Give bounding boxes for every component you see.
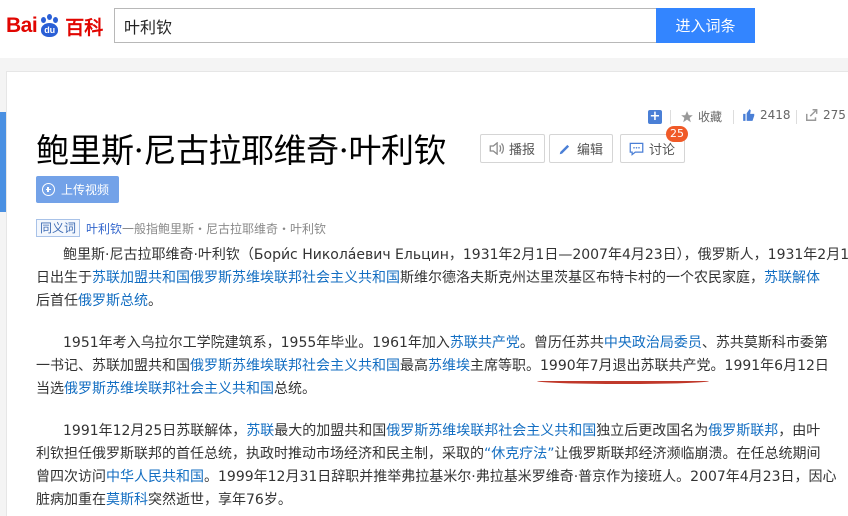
header: Bai du 百科 进入词条 xyxy=(0,0,848,58)
listen-button[interactable]: 播报 xyxy=(480,134,546,163)
discuss-label: 讨论 xyxy=(649,143,676,158)
text-line: 一书记、苏联加盟共和国俄罗斯苏维埃联邦社会主义共和国最高苏维埃主席等职。1990… xyxy=(36,355,829,378)
text: 突然逝世，享年76岁。 xyxy=(148,492,292,508)
text: 。 xyxy=(148,293,162,309)
logo-du: du xyxy=(41,23,59,37)
paragraph-1: 鲍里斯·尼古拉耶维奇·叶利钦（Бори́с Никола́евич Ельцин… xyxy=(36,244,848,313)
text: 日出生于 xyxy=(36,270,92,286)
plus-circle-icon xyxy=(42,183,55,196)
text: 后首任 xyxy=(36,293,78,309)
paragraph-3: 1991年12月25日苏联解体，苏联最大的加盟共和国俄罗斯苏维埃联邦社会主义共和… xyxy=(36,420,837,512)
text: 最高 xyxy=(400,358,428,374)
text-line: 后首任俄罗斯总统。 xyxy=(36,290,820,313)
like-button[interactable]: 2418 xyxy=(742,108,791,122)
comment-icon xyxy=(629,142,644,156)
text: 1991年12月25日苏联解体， xyxy=(63,423,247,439)
text: 总统。 xyxy=(274,381,316,397)
text: 曾四次访问 xyxy=(36,469,106,485)
divider xyxy=(796,110,797,124)
text: 。1999年12月31日辞职并推举弗拉基米尔·弗拉基米罗维奇·普京作为接班人。2… xyxy=(204,469,837,485)
page-title: 鲍里斯·尼古拉耶维奇·叶利钦 xyxy=(36,131,446,170)
text: 1951年考入乌拉尔工学院建筑系，1955年毕业。1961年加入 xyxy=(63,335,450,351)
paw-icon: du xyxy=(38,14,62,38)
pencil-icon xyxy=(559,144,570,154)
share-button[interactable]: 275 xyxy=(805,108,846,122)
logo-bai: Bai xyxy=(6,14,38,37)
upload-video-button[interactable]: 上传视频 xyxy=(36,176,119,203)
text-line: 日出生于苏联加盟共和国俄罗斯苏维埃联邦社会主义共和国斯维尔德洛夫斯克州达里茨基区… xyxy=(36,267,820,290)
text: 一书记、苏联加盟共和国 xyxy=(36,358,190,374)
text: 独立后更改国名为 xyxy=(596,423,709,439)
link-soviet-dissolution[interactable]: 苏联解体 xyxy=(764,270,820,286)
link-prc[interactable]: 中华人民共和国 xyxy=(106,469,204,485)
paragraph-2: 1951年考入乌拉尔工学院建筑系，1955年毕业。1961年加入苏联共产党。曾历… xyxy=(36,332,829,401)
link-politburo[interactable]: 中央政治局委员 xyxy=(604,335,702,351)
edit-label: 编辑 xyxy=(577,143,604,158)
text: 脏病加重在 xyxy=(36,492,106,508)
text-line: 脏病加重在莫斯科突然逝世，享年76岁。 xyxy=(36,489,820,512)
text: 斯维尔德洛夫斯克州达里茨基区布特卡村的一个农民家庭， xyxy=(400,270,764,286)
text: 。1991年6月12日 xyxy=(710,358,829,374)
text-line: 1991年12月25日苏联解体，苏联最大的加盟共和国俄罗斯苏维埃联邦社会主义共和… xyxy=(63,420,820,443)
upload-video-label: 上传视频 xyxy=(61,183,110,197)
edit-button[interactable]: 编辑 xyxy=(549,134,614,163)
share-count: 275 xyxy=(823,108,846,122)
link-russian-sfsr[interactable]: 俄罗斯苏维埃联邦社会主义共和国 xyxy=(386,423,596,439)
link-russian-federation[interactable]: 俄罗斯联邦 xyxy=(708,423,778,439)
discuss-count-badge: 25 xyxy=(666,126,688,142)
like-count: 2418 xyxy=(760,108,791,122)
star-icon xyxy=(681,110,693,122)
link-soviet-union[interactable]: 苏联 xyxy=(246,423,274,439)
text: 最大的加盟共和国 xyxy=(274,423,387,439)
baidu-baike-logo[interactable]: Bai du 百科 xyxy=(6,8,103,44)
link-russian-sfsr[interactable]: 苏联加盟共和国俄罗斯苏维埃联邦社会主义共和国 xyxy=(92,270,400,286)
text-line: 曾四次访问中华人民共和国。1999年12月31日辞职并推举弗拉基米尔·弗拉基米罗… xyxy=(36,466,837,489)
link-russian-sfsr[interactable]: 俄罗斯苏维埃联邦社会主义共和国 xyxy=(64,381,274,397)
link-moscow[interactable]: 莫斯科 xyxy=(106,492,148,508)
thumbs-up-icon xyxy=(743,109,755,121)
link-cpsu[interactable]: 苏联共产党 xyxy=(450,335,520,351)
text: ，由叶 xyxy=(778,423,821,439)
synonym-description: 一般指鲍里斯・尼古拉耶维奇・叶利钦 xyxy=(122,221,327,236)
text: 让俄罗斯联邦经济濒临崩溃。在任总统期间 xyxy=(554,446,821,462)
text: 、苏共莫斯科市委第 xyxy=(701,335,828,351)
text-line: 鲍里斯·尼古拉耶维奇·叶利钦（Бори́с Никола́евич Ельцин… xyxy=(63,244,848,267)
divider xyxy=(733,110,734,124)
text-line: 利钦担任俄罗斯联邦的首任总统，执政时推动市场经济和民主制，采取的“休克疗法”让俄… xyxy=(36,443,821,466)
text: 当选 xyxy=(36,381,64,397)
link-soviet[interactable]: 苏维埃 xyxy=(428,358,470,374)
text: 。曾历任苏共 xyxy=(519,335,604,351)
search-input[interactable] xyxy=(114,8,656,43)
synonym-tag: 同义词 xyxy=(36,219,81,237)
synonym-row: 同义词 叶利钦 一般指鲍里斯・尼古拉耶维奇・叶利钦 xyxy=(36,219,326,237)
link-shock-therapy[interactable]: “休克疗法” xyxy=(484,446,555,462)
text: 利钦担任俄罗斯联邦的首任总统，执政时推动市场经济和民主制，采取的 xyxy=(36,446,484,462)
left-accent-bar xyxy=(0,112,6,212)
add-icon[interactable]: + xyxy=(648,110,662,124)
link-russian-sfsr[interactable]: 俄罗斯苏维埃联邦社会主义共和国 xyxy=(190,358,400,374)
logo-baike: 百科 xyxy=(65,16,104,39)
share-icon xyxy=(806,109,818,121)
text: 主席等职。 xyxy=(470,358,540,374)
highlighted-text: 1990年7月退出苏联共产党 xyxy=(540,358,711,374)
text: 鲍里斯·尼古拉耶维奇·叶利钦（Бори́с Никола́евич Ельцин… xyxy=(63,247,848,263)
enter-entry-button[interactable]: 进入词条 xyxy=(656,8,755,43)
listen-label: 播报 xyxy=(509,143,536,158)
red-underline-annotation xyxy=(537,378,709,384)
synonym-link[interactable]: 叶利钦 xyxy=(86,220,122,237)
speaker-icon xyxy=(489,142,504,155)
favorite-button[interactable]: 收藏 xyxy=(680,108,722,125)
link-russian-president[interactable]: 俄罗斯总统 xyxy=(78,293,148,309)
text-line: 1951年考入乌拉尔工学院建筑系，1955年毕业。1961年加入苏联共产党。曾历… xyxy=(63,332,828,355)
divider xyxy=(670,110,671,124)
favorite-label: 收藏 xyxy=(698,110,723,124)
